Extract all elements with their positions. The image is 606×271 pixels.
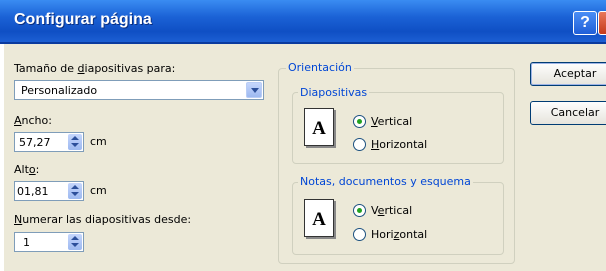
height-value: 01,81 <box>17 185 49 198</box>
width-unit: cm <box>90 135 107 148</box>
spinner-arrows-icon[interactable] <box>68 134 82 150</box>
slides-vertical-radio[interactable] <box>353 115 366 128</box>
notes-vertical-radio[interactable] <box>353 204 366 217</box>
slide-size-value: Personalizado <box>21 84 98 97</box>
notes-horizontal-label[interactable]: Horizontal <box>371 228 427 241</box>
accept-button[interactable]: Aceptar <box>530 62 606 86</box>
title-bar: Configurar página ? <box>0 0 606 44</box>
spinner-arrows-icon[interactable] <box>68 183 82 199</box>
notes-horizontal-radio[interactable] <box>353 228 366 241</box>
slides-orientation-title: Diapositivas <box>298 86 370 99</box>
slide-size-label: Tamaño de diapositivas para: <box>14 62 176 75</box>
width-label: Ancho: <box>14 114 52 127</box>
portrait-page-icon: A <box>304 108 334 146</box>
slides-horizontal-label[interactable]: Horizontal <box>371 138 427 151</box>
chevron-down-icon[interactable] <box>246 82 262 98</box>
notes-orientation-title: Notas, documentos y esquema <box>298 175 473 188</box>
spinner-arrows-icon[interactable] <box>68 234 82 250</box>
notes-vertical-label[interactable]: Vertical <box>371 204 412 217</box>
numbering-spinner[interactable]: 1 <box>14 232 84 252</box>
width-value: 57,27 <box>19 136 51 149</box>
height-label: Alto: <box>14 163 40 176</box>
slides-vertical-label[interactable]: Vertical <box>371 115 412 128</box>
slides-horizontal-radio[interactable] <box>353 138 366 151</box>
dialog-title: Configurar página <box>14 11 152 28</box>
portrait-page-icon: A <box>304 199 334 237</box>
slide-size-select[interactable]: Personalizado <box>14 80 264 100</box>
close-button[interactable] <box>598 11 606 35</box>
cancel-button[interactable]: Cancelar <box>530 101 606 125</box>
orientation-title: Orientación <box>286 61 354 74</box>
height-unit: cm <box>90 184 107 197</box>
height-spinner[interactable]: 01,81 <box>14 181 84 201</box>
numbering-label: Numerar las diapositivas desde: <box>14 213 192 226</box>
width-spinner[interactable]: 57,27 <box>14 132 84 152</box>
numbering-value: 1 <box>23 236 30 249</box>
help-button[interactable]: ? <box>573 11 597 35</box>
